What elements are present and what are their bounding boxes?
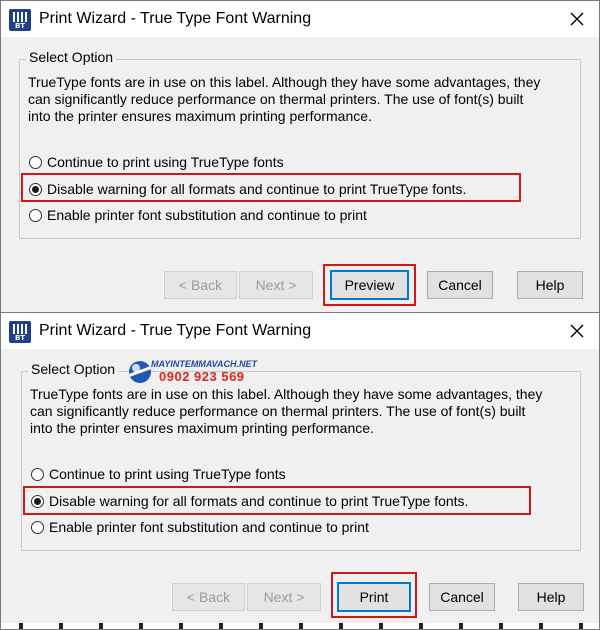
option-label: Continue to print using TrueType fonts: [49, 466, 286, 482]
option-label: Disable warning for all formats and cont…: [47, 181, 467, 197]
preview-button[interactable]: Preview: [330, 270, 409, 300]
close-icon: [570, 12, 584, 26]
radio-button-selected[interactable]: [29, 182, 42, 196]
radio-button[interactable]: [29, 155, 42, 169]
cancel-button[interactable]: Cancel: [429, 583, 495, 611]
window-title: Print Wizard - True Type Font Warning: [39, 322, 312, 339]
option-disable-warning[interactable]: Disable warning for all formats and cont…: [29, 178, 466, 200]
title-bar: BT Print Wizard - True Type Font Warning: [1, 1, 599, 37]
select-option-group: Select Option TrueType fonts are in use …: [19, 48, 581, 239]
close-icon: [570, 324, 584, 338]
background-strip: [1, 623, 599, 629]
back-button[interactable]: < Back: [164, 271, 237, 299]
print-wizard-dialog-preview: BT Print Wizard - True Type Font Warning…: [0, 0, 600, 318]
option-label: Continue to print using TrueType fonts: [47, 154, 284, 170]
option-label: Enable printer font substitution and con…: [47, 207, 367, 223]
back-button[interactable]: < Back: [172, 583, 245, 611]
option-font-substitution[interactable]: Enable printer font substitution and con…: [31, 516, 369, 538]
bartender-app-icon: BT: [9, 321, 31, 343]
option-disable-warning[interactable]: Disable warning for all formats and cont…: [31, 490, 468, 512]
option-label: Disable warning for all formats and cont…: [49, 493, 469, 509]
option-font-substitution[interactable]: Enable printer font substitution and con…: [29, 204, 367, 226]
option-continue-truetype[interactable]: Continue to print using TrueType fonts: [29, 151, 284, 173]
radio-button[interactable]: [29, 208, 42, 222]
watermark: MAYINTEMMAVACH.NET 0902 923 569: [129, 357, 259, 397]
close-button[interactable]: [561, 4, 593, 34]
group-label: Select Option: [28, 360, 119, 378]
watermark-phone: 0902 923 569: [159, 369, 245, 384]
option-continue-truetype[interactable]: Continue to print using TrueType fonts: [31, 463, 286, 485]
close-button[interactable]: [561, 316, 593, 346]
window-title: Print Wizard - True Type Font Warning: [39, 10, 312, 27]
watermark-logo: [129, 361, 151, 383]
next-button[interactable]: Next >: [247, 583, 321, 611]
next-button[interactable]: Next >: [239, 271, 313, 299]
radio-button[interactable]: [31, 520, 44, 534]
bartender-app-icon: BT: [9, 9, 31, 31]
warning-description: TrueType fonts are in use on this label.…: [28, 74, 541, 124]
help-button[interactable]: Help: [517, 271, 583, 299]
help-button[interactable]: Help: [518, 583, 584, 611]
print-wizard-dialog-print: BT Print Wizard - True Type Font Warning…: [0, 312, 600, 630]
option-label: Enable printer font substitution and con…: [49, 519, 369, 535]
watermark-site: MAYINTEMMAVACH.NET: [151, 359, 257, 369]
radio-button[interactable]: [31, 467, 44, 481]
warning-description: TrueType fonts are in use on this label.…: [30, 386, 543, 436]
radio-button-selected[interactable]: [31, 494, 44, 508]
title-bar: BT Print Wizard - True Type Font Warning: [1, 313, 599, 349]
print-button[interactable]: Print: [337, 582, 411, 612]
select-option-group: Select Option TrueType fonts are in use …: [21, 360, 581, 551]
group-label: Select Option: [26, 48, 117, 66]
cancel-button[interactable]: Cancel: [427, 271, 493, 299]
